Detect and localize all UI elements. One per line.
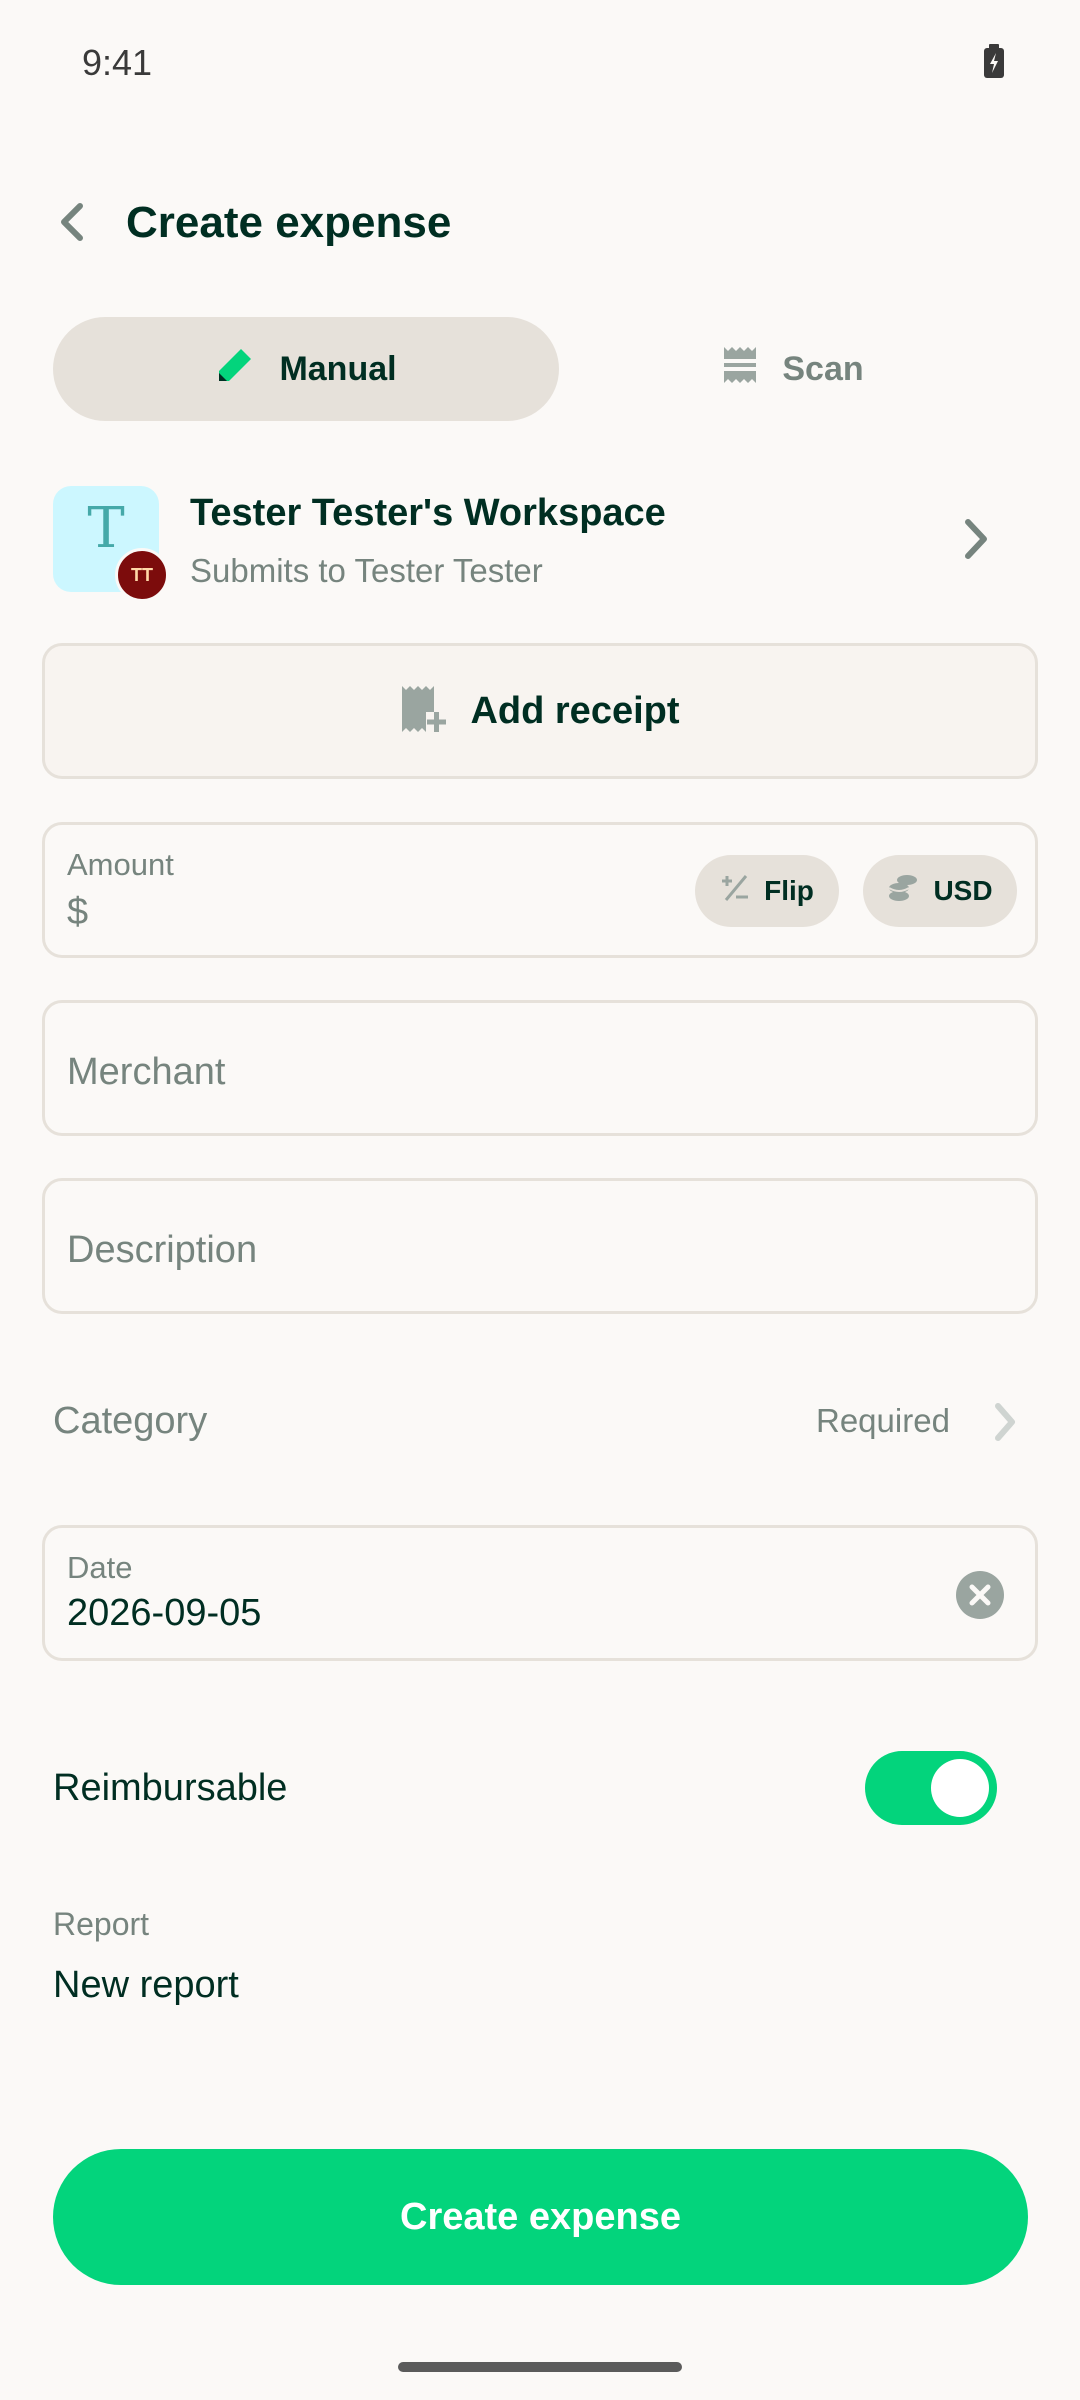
tab-manual[interactable]: Manual [53,317,559,421]
reimbursable-label: Reimbursable [53,1767,288,1809]
flip-button[interactable]: Flip [695,855,839,927]
date-field[interactable]: Date 2026-09-05 [42,1525,1038,1661]
amount-label: Amount [67,847,174,882]
tab-scan-label: Scan [782,349,864,388]
workspace-name[interactable]: Tester Tester's Workspace [190,492,666,535]
home-indicator[interactable] [398,2362,682,2372]
currency-label: USD [933,875,993,906]
user-avatar: TT [115,548,169,602]
add-receipt-button[interactable]: Add receipt [42,643,1038,779]
toggle-knob [931,1759,989,1817]
reimbursable-toggle[interactable] [865,1751,997,1825]
status-time: 9:41 [82,42,153,83]
amount-field[interactable]: Amount $ Flip USD [42,822,1038,958]
merchant-placeholder: Merchant [67,1051,226,1093]
page-title: Create expense [126,198,452,247]
back-button[interactable] [50,198,94,250]
workspace-subtitle: Submits to Tester Tester [190,552,543,589]
chevron-right-icon[interactable] [990,1400,1020,1444]
date-value: 2026-09-05 [67,1592,262,1634]
chevron-left-icon [58,202,86,247]
receipt-scan-icon [722,345,759,394]
report-value[interactable]: New report [53,1964,239,2007]
tab-scan[interactable]: Scan [560,317,1026,421]
create-expense-button[interactable]: Create expense [53,2149,1028,2285]
pencil-icon [215,345,255,394]
receipt-plus-icon [400,684,447,739]
merchant-field[interactable]: Merchant [42,1000,1038,1136]
currency-button[interactable]: USD [863,855,1017,927]
description-placeholder: Description [67,1229,258,1271]
category-label[interactable]: Category [53,1400,207,1443]
chevron-right-icon[interactable] [958,516,994,562]
currency-symbol: $ [67,891,89,933]
plus-minus-icon [720,873,750,910]
category-required-text: Required [816,1402,950,1439]
flip-label: Flip [764,875,814,906]
add-receipt-label: Add receipt [470,689,680,732]
clear-icon[interactable] [955,1570,1005,1620]
coins-icon [887,873,919,910]
description-field[interactable]: Description [42,1178,1038,1314]
tab-manual-label: Manual [279,349,397,388]
report-label: Report [53,1906,150,1942]
battery-charging-icon [982,44,1006,80]
date-label: Date [67,1550,133,1585]
